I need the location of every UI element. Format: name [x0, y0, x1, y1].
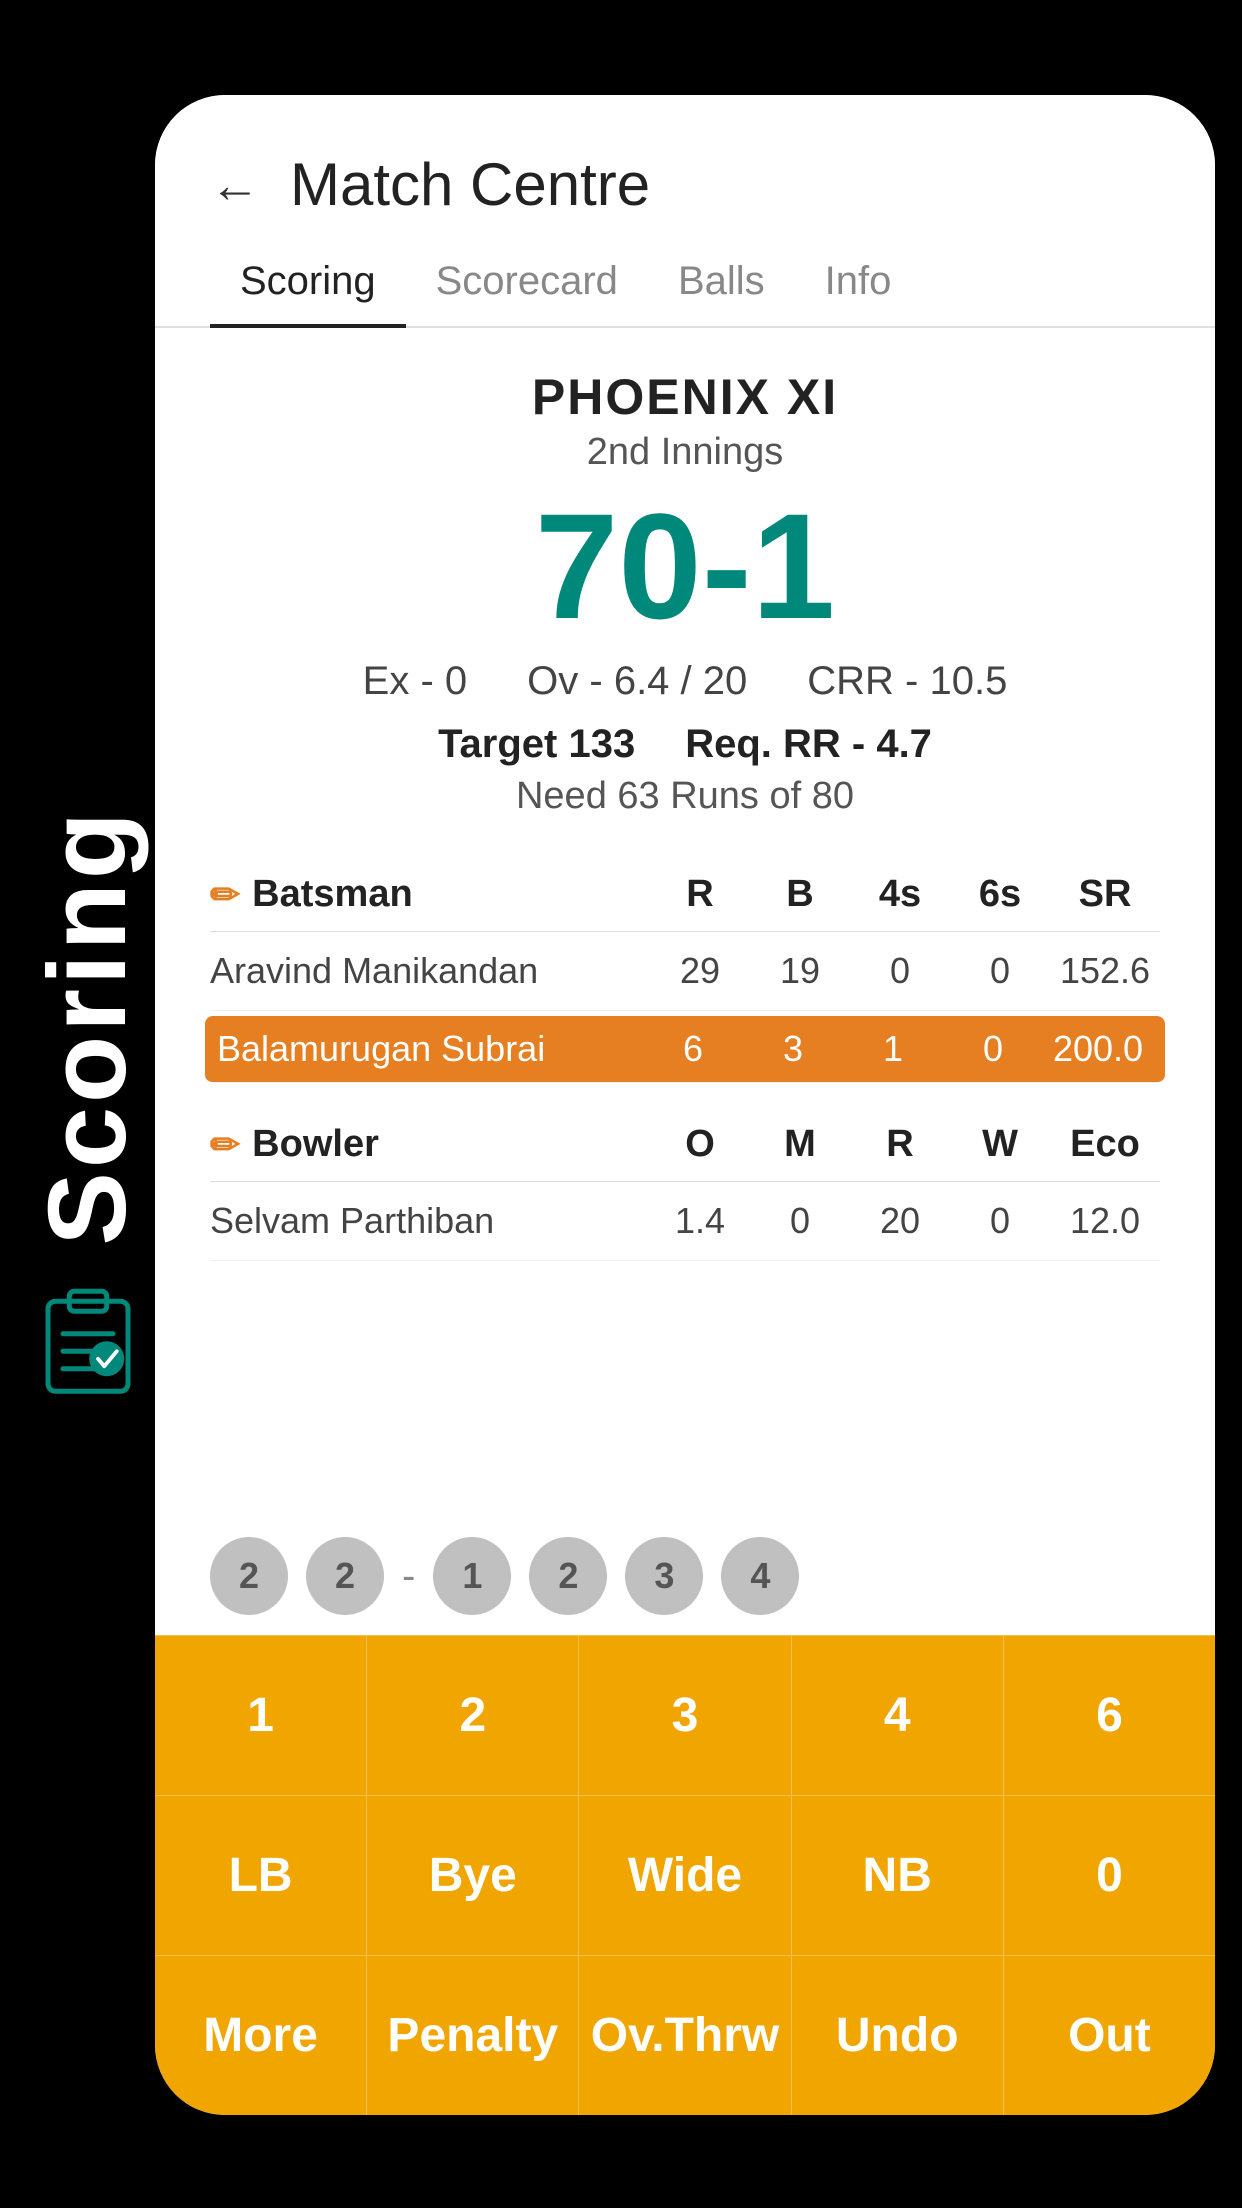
batsman-r-header: R	[650, 873, 750, 916]
btn-ovthrw[interactable]: Ov.Thrw	[579, 1956, 791, 2115]
clipboard-icon	[38, 1285, 138, 1400]
btn-undo[interactable]: Undo	[792, 1956, 1004, 2115]
ball-4: 2	[529, 1537, 607, 1615]
btn-6[interactable]: 6	[1004, 1636, 1215, 1795]
bowler-eco-0: 12.0	[1050, 1200, 1160, 1242]
ball-0: 2	[210, 1537, 288, 1615]
batsman-sr-header: SR	[1050, 873, 1160, 916]
tab-balls[interactable]: Balls	[648, 239, 795, 326]
bowlers-header: ✏ Bowler O M R W Eco	[210, 1108, 1160, 1182]
batsman-row-0: Aravind Manikandan 29 19 0 0 152.6	[210, 932, 1160, 1011]
batsmen-header: ✏ Batsman R B 4s 6s SR	[210, 858, 1160, 932]
score-row-1: 1 2 3 4 6	[155, 1635, 1215, 1795]
batsman-name-0: Aravind Manikandan	[210, 950, 650, 992]
ball-6: 4	[721, 1537, 799, 1615]
btn-4[interactable]: 4	[792, 1636, 1004, 1795]
btn-1[interactable]: 1	[155, 1636, 367, 1795]
batsman-4s-1: 1	[843, 1028, 943, 1070]
btn-nb[interactable]: NB	[792, 1796, 1004, 1955]
tab-info[interactable]: Info	[795, 239, 922, 326]
bowler-row-0: Selvam Parthiban 1.4 0 20 0 12.0	[210, 1182, 1160, 1261]
batsman-b-1: 3	[743, 1028, 843, 1070]
score-section: PHOENIX XI 2nd Innings 70-1 Ex - 0 Ov - …	[155, 328, 1215, 838]
btn-penalty[interactable]: Penalty	[367, 1956, 579, 2115]
tabs: Scoring Scorecard Balls Info	[155, 239, 1215, 328]
phone-container: ← Match Centre Scoring Scorecard Balls I…	[155, 95, 1215, 2115]
score-main: 70-1	[175, 484, 1195, 649]
batsman-name-1: Balamurugan Subrai	[217, 1028, 643, 1070]
wickets: 1	[752, 482, 835, 650]
btn-0[interactable]: 0	[1004, 1796, 1215, 1955]
scoring-pad: 1 2 3 4 6 LB Bye Wide NB 0 More Penalty …	[155, 1635, 1215, 2115]
score-row-3: More Penalty Ov.Thrw Undo Out	[155, 1955, 1215, 2115]
header: ← Match Centre	[155, 95, 1215, 239]
tab-scoring[interactable]: Scoring	[210, 239, 406, 326]
bowlers-table: ✏ Bowler O M R W Eco Selvam Parthiban 1.…	[210, 1108, 1160, 1261]
crr-label: CRR - 10.5	[807, 659, 1007, 704]
score-row-2: LB Bye Wide NB 0	[155, 1795, 1215, 1955]
tab-scorecard[interactable]: Scorecard	[406, 239, 648, 326]
batsman-r-1: 6	[643, 1028, 743, 1070]
batsman-4s-0: 0	[850, 950, 950, 992]
side-label: Scoring	[0, 0, 175, 2208]
edit-bowler-icon[interactable]: ✏	[210, 1124, 240, 1166]
innings-label: 2nd Innings	[175, 431, 1195, 474]
target-label: Target 133	[438, 722, 635, 767]
overs-label: Ov - 6.4 / 20	[527, 659, 747, 704]
batsmen-table: ✏ Batsman R B 4s 6s SR Aravind Manikanda…	[210, 858, 1160, 1083]
bowler-o-header: O	[650, 1123, 750, 1166]
bowler-col-header: ✏ Bowler	[210, 1123, 650, 1166]
batsman-6s-header: 6s	[950, 873, 1050, 916]
extra-label: Ex - 0	[363, 659, 467, 704]
batsman-col-header: ✏ Batsman	[210, 873, 650, 916]
batsman-r-0: 29	[650, 950, 750, 992]
bowler-r-0: 20	[850, 1200, 950, 1242]
ball-5: 3	[625, 1537, 703, 1615]
ball-3: 1	[433, 1537, 511, 1615]
bowler-w-header: W	[950, 1123, 1050, 1166]
ball-1: 2	[306, 1537, 384, 1615]
back-button[interactable]: ←	[210, 156, 260, 214]
btn-lb[interactable]: LB	[155, 1796, 367, 1955]
page-title: Match Centre	[290, 150, 650, 219]
bowler-r-header: R	[850, 1123, 950, 1166]
runs: 70	[535, 482, 702, 650]
req-rr-label: Req. RR - 4.7	[685, 722, 932, 767]
bowler-w-0: 0	[950, 1200, 1050, 1242]
btn-2[interactable]: 2	[367, 1636, 579, 1795]
btn-out[interactable]: Out	[1004, 1956, 1215, 2115]
ball-2: -	[402, 1554, 415, 1599]
side-text: Scoring	[24, 808, 151, 1246]
need-row: Need 63 Runs of 80	[175, 775, 1195, 818]
ball-history: 2 2 - 1 2 3 4	[155, 1512, 1215, 1635]
batsman-6s-0: 0	[950, 950, 1050, 992]
batsman-6s-1: 0	[943, 1028, 1043, 1070]
bowler-name-0: Selvam Parthiban	[210, 1200, 650, 1242]
bowler-m-0: 0	[750, 1200, 850, 1242]
btn-wide[interactable]: Wide	[579, 1796, 791, 1955]
btn-bye[interactable]: Bye	[367, 1796, 579, 1955]
score-details: Ex - 0 Ov - 6.4 / 20 CRR - 10.5	[175, 659, 1195, 704]
bowler-m-header: M	[750, 1123, 850, 1166]
tables-section: ✏ Batsman R B 4s 6s SR Aravind Manikanda…	[155, 838, 1215, 1512]
bowler-eco-header: Eco	[1050, 1123, 1160, 1166]
btn-more[interactable]: More	[155, 1956, 367, 2115]
batsman-b-header: B	[750, 873, 850, 916]
target-row: Target 133 Req. RR - 4.7	[175, 722, 1195, 767]
bowler-o-0: 1.4	[650, 1200, 750, 1242]
batsman-sr-0: 152.6	[1050, 950, 1160, 992]
batsman-b-0: 19	[750, 950, 850, 992]
edit-batsman-icon[interactable]: ✏	[210, 874, 240, 916]
batsman-row-1[interactable]: Balamurugan Subrai 6 3 1 0 200.0	[205, 1016, 1165, 1083]
btn-3[interactable]: 3	[579, 1636, 791, 1795]
team-name: PHOENIX XI	[175, 368, 1195, 426]
batsman-sr-1: 200.0	[1043, 1028, 1153, 1070]
batsman-4s-header: 4s	[850, 873, 950, 916]
